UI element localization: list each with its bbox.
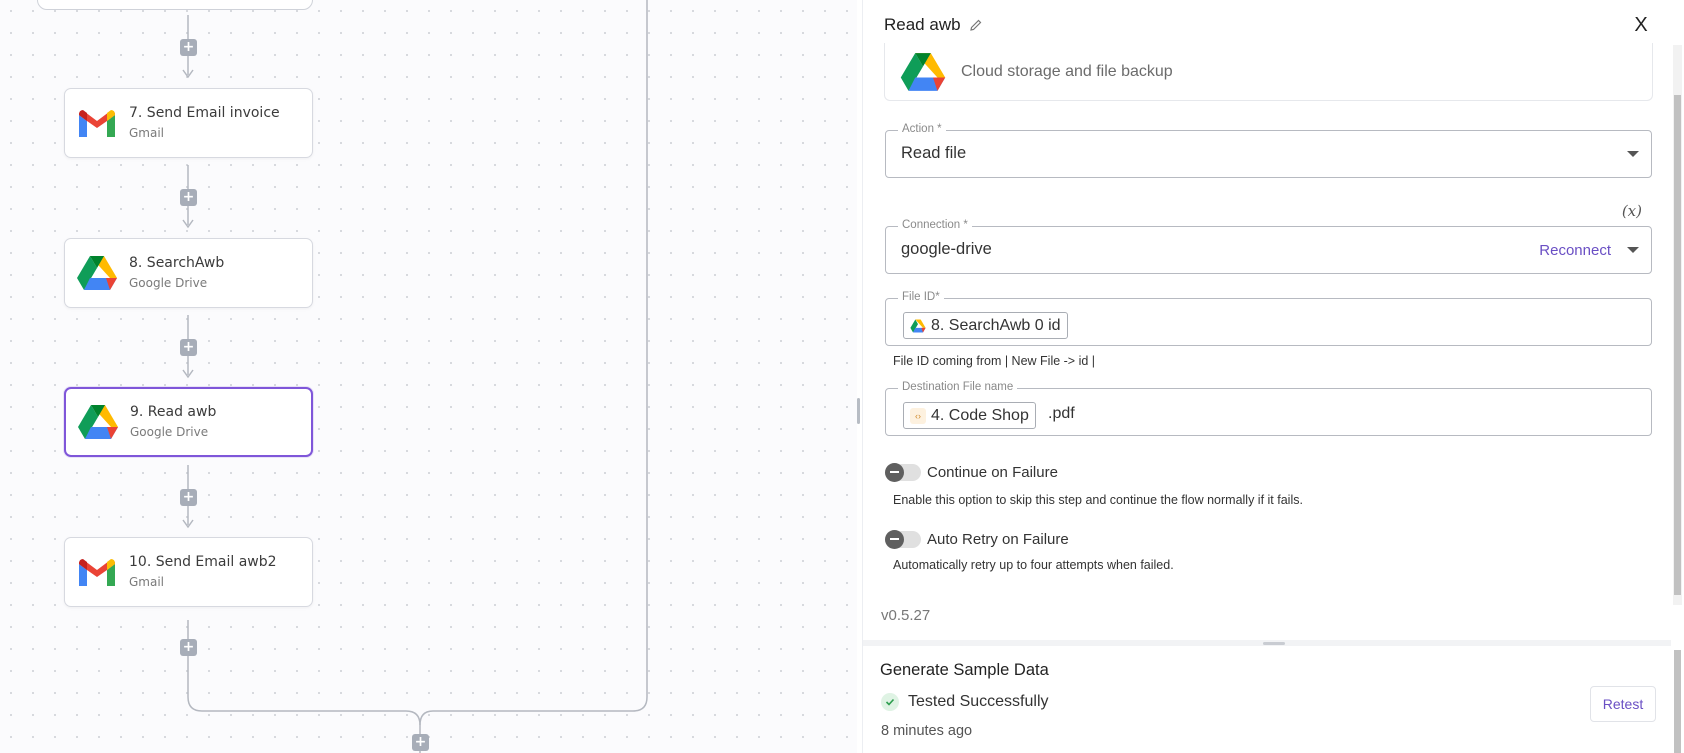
auto-retry-row: Auto Retry on Failure — [885, 530, 1069, 549]
variable-chip[interactable]: 8. SearchAwb 0 id — [903, 312, 1068, 339]
flow-canvas[interactable]: + + + + + + 7. Send Email invoice Gmail — [0, 0, 857, 753]
close-button[interactable]: X — [1631, 15, 1651, 35]
add-step-button[interactable]: + — [180, 489, 197, 506]
action-value: Read file — [901, 144, 967, 162]
destination-file-name-input[interactable]: Destination File name ‹› 4. Code Shop .p… — [885, 381, 1652, 436]
google-drive-icon — [76, 400, 120, 444]
sample-data-title: Generate Sample Data — [880, 661, 1049, 679]
file-id-helper: File ID coming from | New File -> id | — [893, 354, 1096, 368]
continue-on-failure-label: Continue on Failure — [927, 464, 1058, 481]
piece-info-card: Cloud storage and file backup — [884, 43, 1653, 101]
chip-label: 8. SearchAwb 0 id — [931, 316, 1061, 334]
step-card-read-awb[interactable]: 9. Read awb Google Drive — [64, 387, 313, 457]
step-card-send-email-invoice[interactable]: 7. Send Email invoice Gmail — [64, 88, 313, 158]
variable-toggle-button[interactable]: (x) — [1622, 202, 1642, 220]
step-title: 8. SearchAwb — [129, 255, 225, 271]
test-status-text: Tested Successfully — [908, 693, 1049, 710]
google-drive-icon — [899, 52, 947, 92]
pencil-icon[interactable] — [969, 18, 983, 32]
piece-description: Cloud storage and file backup — [961, 62, 1173, 80]
destination-suffix: .pdf — [1048, 405, 1075, 422]
step-title: 9. Read awb — [130, 404, 217, 420]
connection-value: google-drive — [901, 240, 992, 258]
file-id-label: File ID* — [898, 291, 944, 303]
check-circle-icon — [881, 693, 899, 711]
auto-retry-toggle[interactable] — [885, 530, 921, 549]
google-drive-icon — [75, 251, 119, 295]
step-card-send-email-awb2[interactable]: 10. Send Email awb2 Gmail — [64, 537, 313, 607]
step-subtitle: Gmail — [129, 575, 165, 589]
panel-title[interactable]: Read awb — [884, 15, 961, 35]
auto-retry-label: Auto Retry on Failure — [927, 531, 1069, 548]
test-status: Tested Successfully — [881, 693, 1049, 711]
add-step-button[interactable]: + — [180, 189, 197, 206]
step-card-searchawb[interactable]: 8. SearchAwb Google Drive — [64, 238, 313, 308]
add-step-button[interactable]: + — [180, 639, 197, 656]
panel-scrollbar-thumb[interactable] — [1674, 95, 1681, 595]
gmail-icon — [75, 550, 119, 594]
connection-label: Connection * — [898, 219, 972, 231]
action-label: Action * — [898, 123, 946, 135]
step-title: 7. Send Email invoice — [129, 105, 280, 121]
add-step-button[interactable]: + — [180, 39, 197, 56]
file-id-input[interactable]: File ID* 8. SearchAwb 0 id — [885, 291, 1652, 346]
chip-label: 4. Code Shop — [931, 406, 1029, 424]
step-title: 10. Send Email awb2 — [129, 554, 277, 570]
reconnect-button[interactable]: Reconnect — [1539, 242, 1611, 259]
connection-select[interactable]: Connection * google-drive Reconnect — [885, 219, 1652, 274]
sample-data-section: Generate Sample Data Tested Successfully… — [863, 640, 1671, 753]
add-step-button[interactable]: + — [180, 339, 197, 356]
continue-on-failure-toggle[interactable] — [885, 463, 921, 482]
section-resize-handle[interactable] — [1263, 642, 1285, 645]
chevron-down-icon[interactable] — [1627, 247, 1639, 253]
add-step-button[interactable]: + — [412, 734, 429, 751]
step-settings-panel: Read awb X Cloud storage and file backup… — [862, 0, 1671, 753]
piece-version: v0.5.27 — [881, 607, 931, 624]
gmail-icon — [75, 101, 119, 145]
variable-chip[interactable]: ‹› 4. Code Shop — [903, 402, 1036, 429]
continue-on-failure-row: Continue on Failure — [885, 463, 1058, 482]
step-subtitle: Gmail — [129, 126, 165, 140]
code-icon: ‹› — [910, 407, 926, 424]
retest-button[interactable]: Retest — [1590, 686, 1656, 722]
auto-retry-helper: Automatically retry up to four attempts … — [893, 558, 1174, 572]
test-timestamp: 8 minutes ago — [881, 723, 973, 739]
step-subtitle: Google Drive — [129, 276, 208, 290]
action-select[interactable]: Action * Read file — [885, 123, 1652, 178]
sample-data-scrollbar[interactable] — [1674, 650, 1681, 753]
destination-label: Destination File name — [898, 381, 1018, 393]
step-subtitle: Google Drive — [130, 425, 209, 439]
panel-resize-handle[interactable] — [857, 398, 860, 424]
continue-on-failure-helper: Enable this option to skip this step and… — [893, 493, 1303, 507]
google-drive-icon — [910, 319, 926, 332]
chevron-down-icon[interactable] — [1627, 151, 1639, 157]
